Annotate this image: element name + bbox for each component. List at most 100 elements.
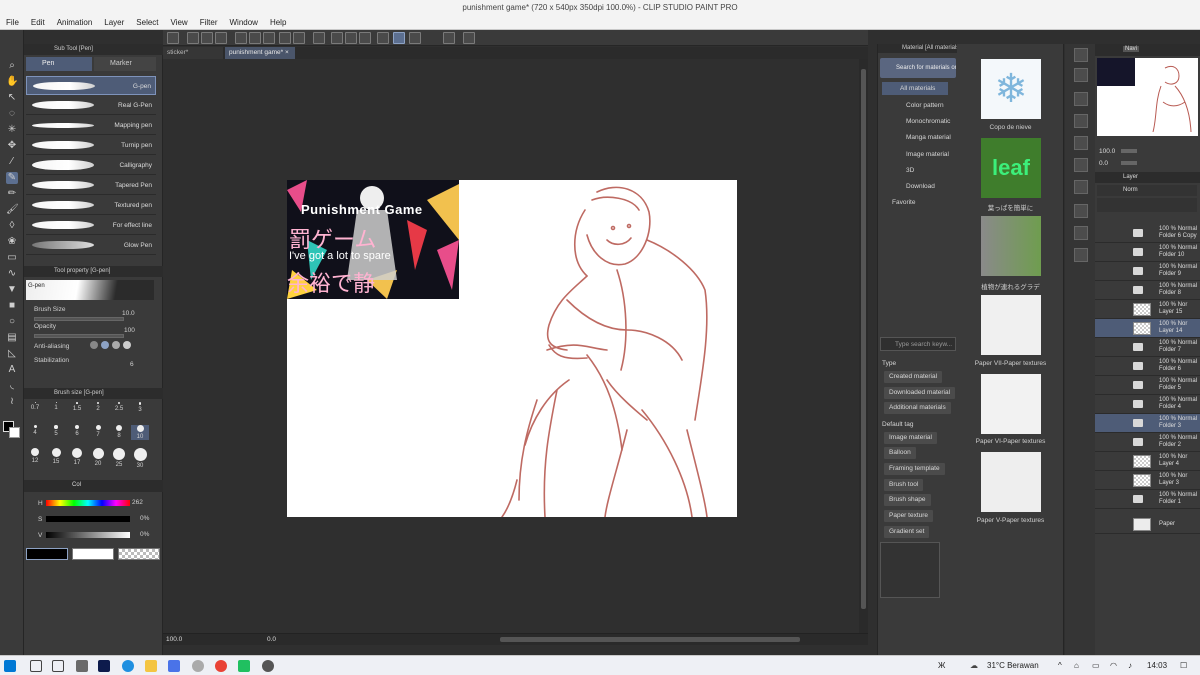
brush-size-slider[interactable] <box>34 317 124 321</box>
hue-value[interactable]: 262 <box>132 499 143 506</box>
save-icon[interactable] <box>215 32 227 44</box>
ruler-icon[interactable]: ◺ <box>6 348 18 360</box>
help-icon[interactable] <box>463 32 475 44</box>
figure-icon[interactable]: ○ <box>6 316 18 328</box>
layer-row[interactable]: 100 % Normal Folder 4 <box>1095 395 1200 414</box>
eyedropper-icon[interactable]: ⁄ <box>6 156 18 168</box>
menu-window[interactable]: Window <box>224 15 264 30</box>
navigator-rotate[interactable]: 0.0 <box>1099 160 1108 167</box>
brush-size-option[interactable]: 6 <box>68 425 86 437</box>
new-file-icon[interactable] <box>187 32 199 44</box>
material-search-input[interactable]: Type search keyw... <box>880 337 956 351</box>
chip-gradient-set[interactable]: Gradient set <box>884 526 930 538</box>
tree-all-materials[interactable]: All materials <box>882 82 948 95</box>
pen-icon[interactable]: ✎ <box>6 172 18 184</box>
brush-size-option[interactable]: 2.5 <box>110 402 128 412</box>
brush-size-option[interactable]: 5 <box>47 425 65 437</box>
canvas-rotate-value[interactable]: 0.0 <box>267 636 276 643</box>
canvas-zoom-value[interactable]: 100.0 <box>166 636 182 643</box>
brush-size-option[interactable]: 1 <box>47 402 65 411</box>
blend-icon[interactable]: ∿ <box>6 268 18 280</box>
airbrush-icon[interactable]: ◊ <box>6 220 18 232</box>
layer-row[interactable]: 100 % Normal Folder 6 <box>1095 357 1200 376</box>
chip-brush-shape[interactable]: Brush shape <box>884 494 931 506</box>
brush-size-option[interactable]: 10 <box>131 425 149 440</box>
canvas-paper[interactable]: Punishment Game 罰ゲーム I've got a lot to s… <box>287 180 737 517</box>
tab-sticker[interactable]: sticker* <box>163 47 223 59</box>
brush-size-option[interactable]: 12 <box>26 448 44 464</box>
layer-row[interactable]: 100 % Normal Folder 6 Copy <box>1095 224 1200 243</box>
paste-icon[interactable] <box>263 32 275 44</box>
brush-size-option[interactable]: 8 <box>110 425 128 439</box>
color-tab[interactable]: Col <box>72 482 81 488</box>
brush-item-turnip-pen[interactable]: Turnip pen <box>26 136 156 155</box>
brush-size-option[interactable]: 25 <box>110 448 128 468</box>
app-icon-2[interactable] <box>192 660 204 672</box>
tab-marker[interactable]: Marker <box>94 57 156 71</box>
hue-slider[interactable] <box>46 500 130 506</box>
brush-size-option[interactable]: 0.7 <box>26 402 44 411</box>
layer-row[interactable]: 100 % Nor Layer 14 <box>1095 319 1200 338</box>
file-explorer-icon[interactable] <box>145 660 157 672</box>
layer-row[interactable]: 100 % Normal Folder 5 <box>1095 376 1200 395</box>
notifications-icon[interactable]: ☐ <box>1180 661 1187 670</box>
open-file-icon[interactable] <box>201 32 213 44</box>
panel-icon-4[interactable] <box>1074 136 1088 150</box>
opacity-slider[interactable] <box>34 334 124 338</box>
menu-view[interactable]: View <box>165 15 194 30</box>
layer-row[interactable]: Paper <box>1095 515 1200 534</box>
chip-balloon[interactable]: Balloon <box>884 447 916 459</box>
menu-file[interactable]: File <box>0 15 25 30</box>
search-icon[interactable] <box>30 660 42 672</box>
material-tile-paper-vi[interactable] <box>981 374 1041 434</box>
sub-color-swatch[interactable] <box>9 427 20 438</box>
copy-icon[interactable] <box>249 32 261 44</box>
brush-size-option[interactable]: 20 <box>89 448 107 467</box>
clip-studio-icon[interactable] <box>167 32 179 44</box>
chip-paper-texture[interactable]: Paper texture <box>884 510 934 522</box>
brush-icon[interactable]: 🖌 <box>6 204 19 216</box>
brush-item-calligraphy[interactable]: Calligraphy <box>26 156 156 175</box>
material-tile-paper-vii[interactable] <box>981 295 1041 355</box>
deselect-icon[interactable] <box>331 32 343 44</box>
layer-row[interactable]: 100 % Nor Layer 3 <box>1095 471 1200 490</box>
main-color-box[interactable] <box>26 548 68 560</box>
menu-edit[interactable]: Edit <box>25 15 51 30</box>
redo-icon[interactable] <box>293 32 305 44</box>
tab-navigator[interactable]: Navi <box>1123 46 1140 52</box>
navigator-rotate-slider[interactable] <box>1121 161 1137 165</box>
tree-monochromatic[interactable]: Monochromatic <box>906 118 950 125</box>
stabilization-value[interactable]: 6 <box>130 361 134 368</box>
gradient-icon[interactable]: ■ <box>6 300 18 312</box>
menu-animation[interactable]: Animation <box>51 15 99 30</box>
navigator-preview[interactable] <box>1097 58 1198 136</box>
layer-row[interactable]: 100 % Normal Folder 1 <box>1095 490 1200 509</box>
layer-row[interactable]: 100 % Nor Layer 4 <box>1095 452 1200 471</box>
material-tile-paper-v[interactable] <box>981 452 1041 512</box>
select-all-icon[interactable] <box>359 32 371 44</box>
sub-color-box[interactable] <box>72 548 114 560</box>
panel-icon-3[interactable] <box>1074 114 1088 128</box>
navigator-zoom-slider[interactable] <box>1121 149 1137 153</box>
opacity-value[interactable]: 100 <box>124 327 135 334</box>
eraser-icon[interactable]: ▭ <box>6 252 18 264</box>
blend-mode-select[interactable]: Norm <box>1123 187 1138 193</box>
balloon-icon[interactable]: ◟ <box>6 380 18 392</box>
material-tile-leaf[interactable]: leaf <box>981 138 1041 198</box>
navigator-zoom[interactable]: 100.0 <box>1099 148 1115 155</box>
brush-size-option[interactable]: 17 <box>68 448 86 466</box>
operation-icon[interactable]: ↖ <box>6 92 18 104</box>
snap-ruler-icon[interactable] <box>377 32 389 44</box>
panel-icon-8[interactable] <box>1074 226 1088 240</box>
snap-grid-icon[interactable] <box>409 32 421 44</box>
brush-size-option[interactable]: 7 <box>89 425 107 438</box>
smartphone-icon[interactable] <box>443 32 455 44</box>
chip-downloaded-material[interactable]: Downloaded material <box>884 387 956 399</box>
menu-select[interactable]: Select <box>130 15 164 30</box>
transparent-color-box[interactable] <box>118 548 160 560</box>
cut-icon[interactable] <box>235 32 247 44</box>
material-tile-snowflake[interactable]: ❄ <box>981 59 1041 119</box>
brush-item-glow-pen[interactable]: Glow Pen <box>26 236 156 255</box>
wifi-icon[interactable]: ◠ <box>1110 661 1117 670</box>
saturation-value[interactable]: 0% <box>140 515 149 522</box>
